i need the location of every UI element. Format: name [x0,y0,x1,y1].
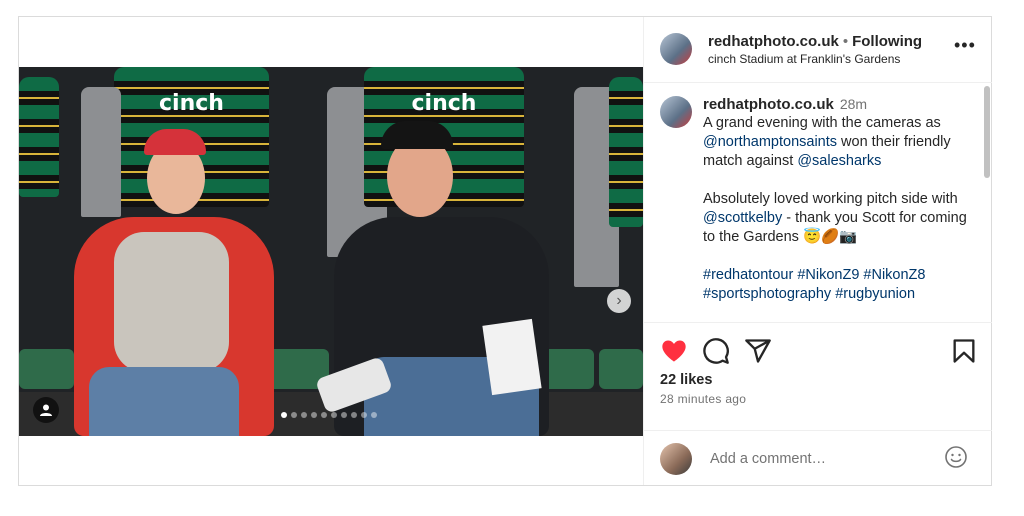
carousel-indicator [281,412,377,418]
commenter-avatar[interactable] [660,443,692,475]
bookmark-icon[interactable] [950,337,978,365]
person-left-hoodie [114,232,229,372]
person-left-cap [144,129,206,155]
caption-text-segment: A grand evening with the cameras as [703,115,941,131]
person-left-jeans [89,367,239,436]
caption-paragraph: Absolutely loved working pitch side with… [703,190,981,247]
caption-paragraph: A grand evening with the cameras as @nor… [703,114,981,171]
post-photo[interactable]: cinch cinch › [19,67,643,436]
mention-link[interactable]: @northamptonsaints [703,134,837,150]
more-horizontal-icon: ••• [954,35,976,55]
chevron-right-icon: › [616,292,622,309]
avatar[interactable] [660,33,692,65]
jersey-sponsor: cinch [159,91,224,116]
carousel-dot [281,412,287,418]
comment-input[interactable] [708,447,942,471]
caption-scrollbar[interactable] [984,86,990,178]
header-user-line: redhatphoto.co.uk • Following [708,33,922,50]
more-options-button[interactable]: ••• [954,35,976,56]
post-card: cinch cinch › redhatphoto.co.uk • Follow… [18,16,992,486]
towel [599,349,643,389]
emoji-smile-icon[interactable] [944,445,968,469]
caption-username[interactable]: redhatphoto.co.uk [703,96,834,113]
carousel-dot [371,412,377,418]
jersey-sponsor: cinch [411,91,477,116]
jersey [609,77,643,227]
next-slide-button[interactable]: › [607,289,631,313]
share-icon[interactable] [744,337,772,365]
comment-bar [644,430,992,486]
user-tag-button[interactable] [33,397,59,423]
carousel-dot [351,412,357,418]
post-sidebar: redhatphoto.co.uk • Following cinch Stadiu… [643,17,992,485]
comment-icon[interactable] [702,337,730,365]
separator-dot: • [842,33,849,50]
header-username[interactable]: redhatphoto.co.uk [708,33,839,50]
carousel-dot [291,412,297,418]
caption-time: 28m [839,96,868,112]
mention-link[interactable]: @salesharks [797,153,881,169]
post-timestamp: 28 minutes ago [660,392,747,406]
user-tag-icon [40,404,52,416]
following-button[interactable]: Following [852,33,922,50]
location-link[interactable]: cinch Stadium at Franklin's Gardens [708,52,900,66]
person-right-cap [381,121,453,149]
grey-shirt [81,87,121,217]
towel [19,349,74,389]
carousel-dot [311,412,317,418]
post-header: redhatphoto.co.uk • Following cinch Stadiu… [644,17,992,83]
caption-text-segment: Absolutely loved working pitch side with [703,191,958,207]
paper-sheet [482,318,542,396]
jersey [19,77,59,197]
caption-section: redhatphoto.co.uk 28m A grand evening wit… [644,82,992,323]
heart-filled-icon[interactable] [660,337,688,365]
carousel-dot [341,412,347,418]
caption-emojis: 😇🏉📷 [802,229,858,245]
carousel-dot [321,412,327,418]
likes-count[interactable]: 22 likes [660,372,712,388]
caption-avatar[interactable] [660,96,692,128]
caption-text: A grand evening with the cameras as @nor… [703,114,981,304]
carousel-dot [301,412,307,418]
caption-header: redhatphoto.co.uk 28m [703,96,867,113]
post-media: cinch cinch › [19,17,643,485]
carousel-dot [361,412,367,418]
mention-link[interactable]: @scottkelby [703,210,782,226]
carousel-dot [331,412,337,418]
hashtags[interactable]: #redhatontour #NikonZ9 #NikonZ8 #sportsp… [703,266,981,304]
